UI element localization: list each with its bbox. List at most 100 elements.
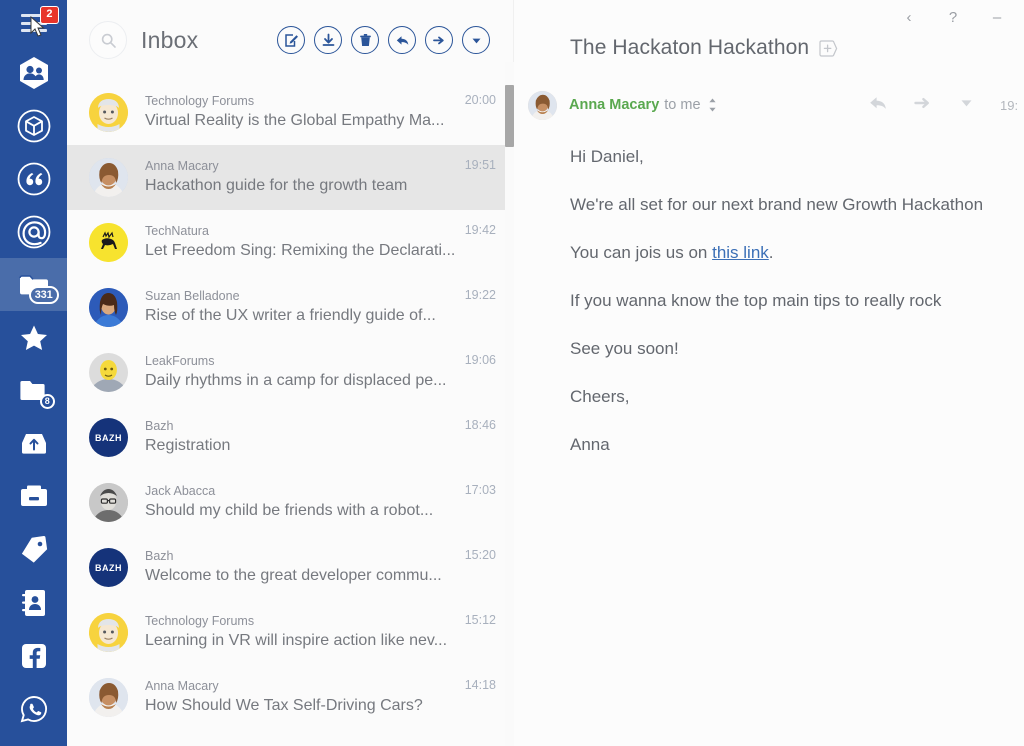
forward-icon xyxy=(914,95,933,111)
email-subject: Rise of the UX writer a friendly guide o… xyxy=(145,305,457,327)
forward-icon xyxy=(432,33,447,48)
message-reply-button[interactable] xyxy=(869,95,888,116)
email-text: Anna Macary Hackathon guide for the grow… xyxy=(145,158,465,197)
email-list-item[interactable]: TechNatura Let Freedom Sing: Remixing th… xyxy=(67,210,514,275)
message-paragraph: We're all set for our next brand new Gro… xyxy=(570,194,1024,216)
tag-plus-icon xyxy=(819,40,838,57)
download-icon xyxy=(321,33,336,48)
message-paragraph: Anna xyxy=(570,434,1024,456)
email-list-item[interactable]: LeakForums Daily rhythms in a camp for d… xyxy=(67,340,514,405)
sidebar-item-calendar[interactable]: 31 xyxy=(0,735,67,746)
list-scrollbar-track[interactable] xyxy=(505,62,514,746)
email-list-item[interactable]: Suzan Belladone Rise of the UX writer a … xyxy=(67,275,514,340)
sidebar-item-folders[interactable]: 8 xyxy=(0,364,67,417)
back-chevron-icon[interactable]: ‹ xyxy=(900,8,918,26)
email-list-item[interactable]: Technology Forums Learning in VR will in… xyxy=(67,600,514,665)
message-forward-button[interactable] xyxy=(914,95,933,116)
email-list-item[interactable]: Anna Macary How Should We Tax Self-Drivi… xyxy=(67,665,514,730)
message-text: You can jois us on xyxy=(570,243,712,262)
sidebar-item-packages[interactable] xyxy=(0,99,67,152)
message-actions xyxy=(869,95,978,116)
email-text: Bazh Welcome to the great developer comm… xyxy=(145,548,465,587)
message-paragraph: Hi Daniel, xyxy=(570,146,1024,168)
window-controls: ‹ ? – xyxy=(900,8,1006,26)
avatar-face-yellow-icon xyxy=(89,93,128,132)
email-sender: Anna Macary xyxy=(145,678,457,695)
avatar xyxy=(528,91,557,120)
email-time: 15:12 xyxy=(465,613,496,627)
avatar-deer-yellow-icon xyxy=(89,223,128,262)
sidebar-item-contacts-group[interactable] xyxy=(0,46,67,99)
email-sender: TechNatura xyxy=(145,223,457,240)
email-time: 15:20 xyxy=(465,548,496,562)
search-button[interactable] xyxy=(89,21,127,59)
avatar xyxy=(89,483,128,522)
chevron-up-down-icon xyxy=(708,97,717,113)
avatar-face-yellow-icon xyxy=(89,613,128,652)
avatar: BAZH xyxy=(89,548,128,587)
star-icon xyxy=(19,323,49,353)
email-list-item[interactable]: BAZH Bazh Registration 18:46 xyxy=(67,405,514,470)
reply-button[interactable] xyxy=(388,26,416,54)
help-icon[interactable]: ? xyxy=(944,8,962,26)
email-list-item[interactable]: Jack Abacca Should my child be friends w… xyxy=(67,470,514,535)
more-options-button[interactable] xyxy=(462,26,490,54)
facebook-icon xyxy=(20,642,48,670)
download-button[interactable] xyxy=(314,26,342,54)
tag-icon xyxy=(19,535,49,565)
sidebar-menu-button[interactable]: 2 xyxy=(0,0,67,46)
email-subject: Should my child be friends with a robot.… xyxy=(145,500,457,522)
sidebar-item-whatsapp[interactable] xyxy=(0,682,67,735)
add-tag-button[interactable] xyxy=(819,40,838,57)
sidebar-item-mentions[interactable] xyxy=(0,205,67,258)
email-time: 20:00 xyxy=(465,93,496,107)
sidebar-item-quotes[interactable] xyxy=(0,152,67,205)
email-sender: Technology Forums xyxy=(145,93,457,110)
email-time: 19:51 xyxy=(465,158,496,172)
email-subject: Registration xyxy=(145,435,457,457)
email-sender: Technology Forums xyxy=(145,613,457,630)
email-subject: Let Freedom Sing: Remixing the Declarati… xyxy=(145,240,457,262)
email-list-item[interactable]: Technology Forums Virtual Reality is the… xyxy=(67,80,514,145)
reading-pane: ‹ ? – The Hackaton Hackathon xyxy=(514,0,1024,746)
message-paragraph: See you soon! xyxy=(570,338,1024,360)
list-toolbar: Inbox xyxy=(67,0,514,80)
email-list-item[interactable]: BAZH Bazh Welcome to the great developer… xyxy=(67,535,514,600)
email-list-item[interactable]: Anna Macary Hackathon guide for the grow… xyxy=(67,145,514,210)
sidebar-item-all-mail[interactable]: 331 xyxy=(0,258,67,311)
sidebar-item-address-book[interactable] xyxy=(0,576,67,629)
this-link[interactable]: this link xyxy=(712,243,769,262)
folders-count-badge: 8 xyxy=(40,394,55,409)
email-text: Suzan Belladone Rise of the UX writer a … xyxy=(145,288,465,327)
avatar xyxy=(89,223,128,262)
minimize-icon[interactable]: – xyxy=(988,8,1006,26)
cube-circle-icon xyxy=(16,108,52,144)
whatsapp-icon xyxy=(19,694,49,724)
page-title: Inbox xyxy=(141,27,198,54)
recipient-toggle-button[interactable] xyxy=(708,97,717,113)
sidebar-item-drafts[interactable] xyxy=(0,470,67,523)
email-subject: Hackathon guide for the growth team xyxy=(145,175,457,197)
sidebar-item-archive[interactable] xyxy=(0,417,67,470)
list-scrollbar-thumb[interactable] xyxy=(505,85,514,147)
avatar-photo-jack-icon xyxy=(89,483,128,522)
email-time: 19:22 xyxy=(465,288,496,302)
chevron-down-icon xyxy=(469,33,484,48)
avatar xyxy=(89,353,128,392)
message-header: Anna Macary to me xyxy=(514,88,1024,122)
compose-button[interactable] xyxy=(277,26,305,54)
thread-title: The Hackaton Hackathon xyxy=(570,36,809,60)
message-more-button[interactable] xyxy=(959,96,974,114)
folders-icon: 8 xyxy=(19,377,49,405)
at-circle-icon xyxy=(16,214,52,250)
email-time: 19:42 xyxy=(465,223,496,237)
forward-button[interactable] xyxy=(425,26,453,54)
sidebar-item-starred[interactable] xyxy=(0,311,67,364)
folder-icon: 331 xyxy=(18,271,50,299)
message-body: Hi Daniel, We're all set for our next br… xyxy=(514,122,1024,456)
email-text: Jack Abacca Should my child be friends w… xyxy=(145,483,465,522)
sidebar-item-facebook[interactable] xyxy=(0,629,67,682)
delete-button[interactable] xyxy=(351,26,379,54)
sidebar-item-labels[interactable] xyxy=(0,523,67,576)
all-mail-count-badge: 331 xyxy=(29,286,59,304)
